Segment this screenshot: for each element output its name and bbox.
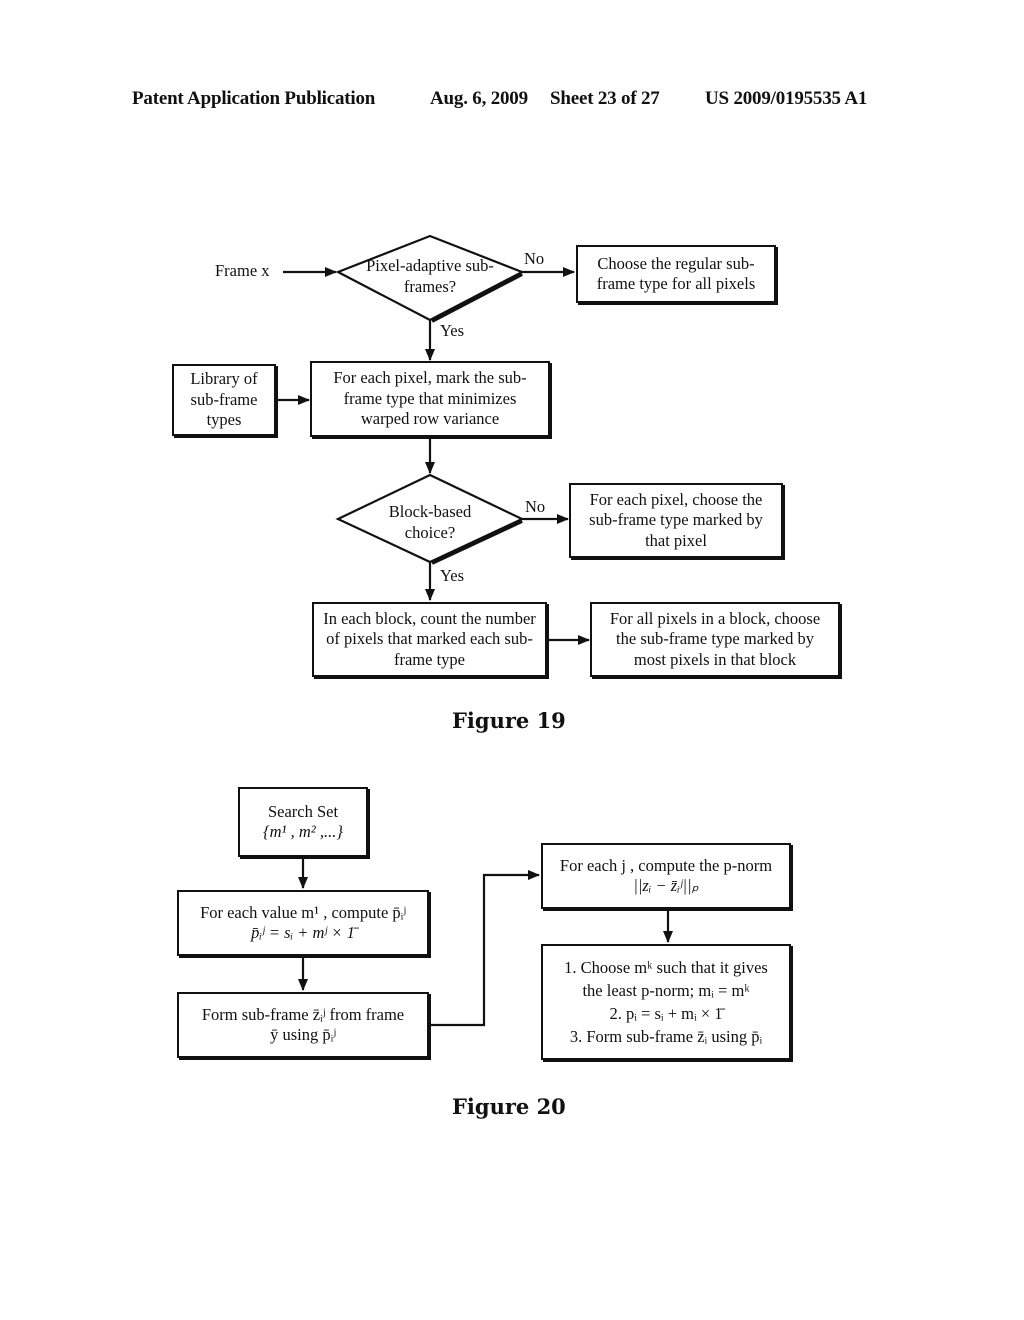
compute-p-box: For each value m¹ , compute p̄ᵢʲ p̄ᵢʲ = … xyxy=(177,890,429,956)
arrow-form-to-pnorm xyxy=(431,870,540,1027)
block-choice-box: For all pixels in a block, choose the su… xyxy=(590,602,840,677)
decision1-no-label: No xyxy=(524,249,545,268)
search-set-box: Search Set {m¹ , m² ,...} xyxy=(238,787,368,857)
per-pixel-choice-text: For each pixel, choose the sub-frame typ… xyxy=(589,489,763,550)
decision1-yes-label: Yes xyxy=(440,321,465,340)
regular-subframe-box: Choose the regular sub-frame type for al… xyxy=(576,245,776,303)
library-box: Library of sub-frame types xyxy=(172,364,276,436)
pnorm-line2: ||zᵢ − z̄ᵢʲ||ₚ xyxy=(633,876,699,895)
figure20-caption: Figure 20 xyxy=(452,1094,566,1119)
choose-line1: 1. Choose mᵏ such that it gives xyxy=(564,958,768,977)
choose-line2: the least p-norm; mᵢ = mᵏ xyxy=(582,981,750,1000)
frame-x-label: Frame x xyxy=(215,261,270,280)
block-choice-text: For all pixels in a block, choose the su… xyxy=(609,608,821,669)
compute-p-line1: For each value m¹ , compute p̄ᵢʲ xyxy=(200,902,406,922)
decision2-no-label: No xyxy=(525,497,546,516)
pnorm-line1: For each j , compute the p-norm xyxy=(559,855,773,875)
choose-m-box: 1. Choose mᵏ such that it gives the leas… xyxy=(541,944,791,1060)
compute-p-line2: p̄ᵢʲ = sᵢ + mʲ × 1̄ xyxy=(251,923,355,942)
choose-line3: 2. pᵢ = sᵢ + mᵢ × 1̄ xyxy=(609,1004,723,1023)
per-pixel-choice-box: For each pixel, choose the sub-frame typ… xyxy=(569,483,783,558)
choose-line4: 3. Form sub-frame z̄ᵢ using p̄ᵢ xyxy=(569,1027,763,1046)
pnorm-box: For each j , compute the p-norm ||zᵢ − z… xyxy=(541,843,791,909)
search-set-values: {m¹ , m² ,...} xyxy=(263,822,343,841)
mark-pixel-box: For each pixel, mark the sub-frame type … xyxy=(310,361,550,437)
count-block-text: In each block, count the number of pixel… xyxy=(323,608,536,669)
count-block-box: In each block, count the number of pixel… xyxy=(312,602,547,677)
regular-subframe-text: Choose the regular sub-frame type for al… xyxy=(596,253,756,294)
form-subframe-line2: ȳ using p̄ᵢʲ xyxy=(270,1025,336,1044)
search-set-title: Search Set xyxy=(267,801,339,821)
figure19-caption: Figure 19 xyxy=(452,708,566,733)
library-text: Library of sub-frame types xyxy=(190,369,258,430)
form-subframe-box: Form sub-frame z̄ᵢʲ from frame ȳ using p… xyxy=(177,992,429,1058)
decision2-yes-label: Yes xyxy=(440,566,465,585)
decision2-text: Block-based choice? xyxy=(388,502,472,542)
form-subframe-line1: Form sub-frame z̄ᵢʲ from frame xyxy=(201,1004,405,1024)
decision1-text: Pixel-adaptive sub-frames? xyxy=(366,256,494,296)
mark-pixel-text: For each pixel, mark the sub-frame type … xyxy=(333,368,527,429)
